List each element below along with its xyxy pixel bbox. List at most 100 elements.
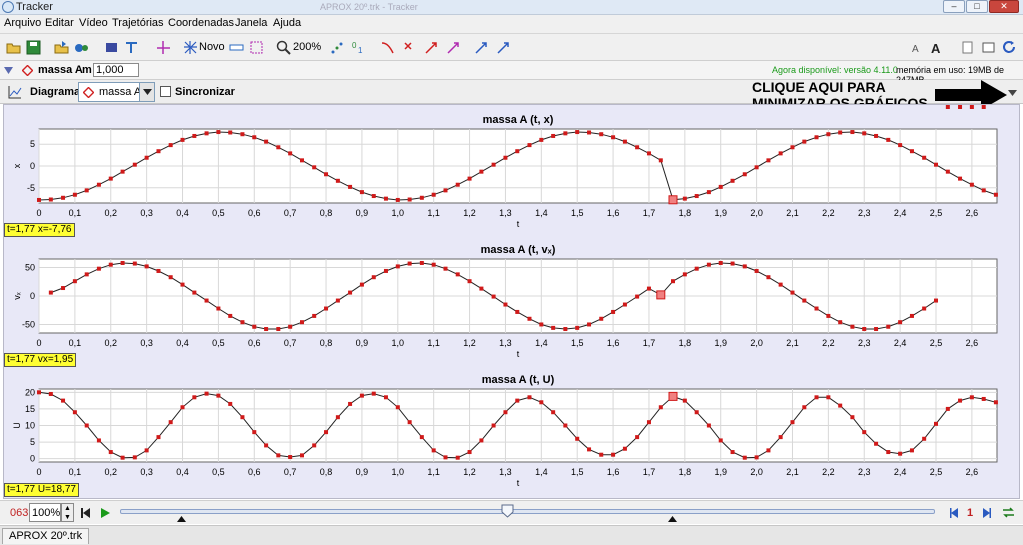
minimize-plots-icon[interactable]: [1008, 90, 1017, 96]
data-point: [216, 306, 221, 311]
menu-editar[interactable]: Editar: [45, 17, 74, 29]
trail-icon[interactable]: [330, 40, 345, 55]
loop-icon[interactable]: [1002, 506, 1015, 519]
frame-counter[interactable]: 063: [10, 507, 28, 519]
labels-icon[interactable]: 01: [352, 40, 367, 55]
end-marker-icon[interactable]: [668, 516, 677, 522]
track-selector[interactable]: massa A: [78, 82, 155, 102]
notes-icon[interactable]: [960, 40, 975, 55]
data-point: [180, 282, 185, 287]
data-point: [766, 275, 771, 280]
data-point: [335, 415, 340, 420]
track-dropdown-button[interactable]: [139, 83, 154, 101]
x-tick-label: 1,5: [571, 467, 584, 477]
plots-canvas[interactable]: massa A (t, x) 0 0,1 0,2 0,3 0,4 0,5 0,6 0,7 0,8 0…: [4, 105, 1019, 498]
video-slider-track[interactable]: [120, 509, 935, 514]
axes-icon[interactable]: [156, 40, 171, 55]
force-icon[interactable]: [474, 40, 489, 55]
zoom-level[interactable]: 200%: [293, 39, 321, 56]
x-axis-label: t: [517, 478, 520, 488]
acceleration-icon[interactable]: [446, 40, 461, 55]
data-point: [108, 176, 113, 181]
data-point: [646, 286, 651, 291]
data-point: [443, 455, 448, 460]
plot-view-icon[interactable]: [8, 85, 22, 99]
x-tick-label: 1,4: [535, 338, 548, 348]
data-point: [599, 132, 604, 137]
reset-icon[interactable]: [81, 508, 90, 518]
minimize-button[interactable]: –: [943, 0, 965, 13]
velocity-icon[interactable]: [424, 40, 439, 55]
data-point: [300, 453, 305, 458]
grid-icon[interactable]: [249, 40, 264, 55]
data-point: [395, 197, 400, 202]
track-name[interactable]: massa A: [38, 64, 83, 76]
mass-field[interactable]: 1,000: [93, 63, 139, 77]
data-point: [898, 320, 903, 325]
data-point: [814, 306, 819, 311]
data-point: [706, 423, 711, 428]
font-smaller-icon[interactable]: A: [910, 40, 925, 55]
open-folder-icon[interactable]: [6, 40, 21, 55]
menu-arquivo[interactable]: Arquivo: [4, 17, 41, 29]
x-tick-label: 2,5: [930, 338, 943, 348]
data-point: [288, 455, 293, 460]
path-icon[interactable]: [380, 40, 395, 55]
close-button[interactable]: ✕: [989, 0, 1019, 13]
rate-field[interactable]: 100%: [29, 503, 61, 522]
x-tick-label: 0,6: [248, 338, 261, 348]
data-point: [706, 190, 711, 195]
data-point: [718, 438, 723, 443]
menu-coordenadas[interactable]: Coordenadas: [168, 17, 234, 29]
dropdown-triangle-icon[interactable]: [4, 66, 13, 75]
data-point: [383, 268, 388, 273]
sync-checkbox[interactable]: [160, 86, 171, 97]
view-label: Diagrama: [30, 86, 81, 98]
tape-icon[interactable]: [229, 40, 244, 55]
data-point: [909, 448, 914, 453]
video-slider-thumb[interactable]: [501, 504, 514, 518]
properties-icon[interactable]: [981, 40, 996, 55]
step-back-icon[interactable]: [950, 508, 958, 518]
new-track-icon[interactable]: [183, 40, 198, 55]
tab-document[interactable]: APROX 20º.trk: [2, 528, 90, 544]
maximize-button[interactable]: □: [966, 0, 988, 13]
callout-line-1: CLIQUE AQUI PARA: [752, 79, 886, 95]
clip-settings-icon[interactable]: [104, 40, 119, 55]
version-notice[interactable]: Agora disponível: versão 4.11.0: [772, 65, 898, 75]
position-icon[interactable]: [402, 40, 417, 55]
import-icon[interactable]: [54, 40, 69, 55]
data-point: [539, 322, 544, 327]
refresh-icon[interactable]: [1002, 40, 1017, 55]
data-point: [730, 178, 735, 183]
data-point: [168, 143, 173, 148]
data-point: [491, 294, 496, 299]
video-icon[interactable]: [74, 40, 89, 55]
momentum-icon[interactable]: [496, 40, 511, 55]
calibration-icon[interactable]: [124, 40, 139, 55]
menu-janela[interactable]: Janela: [235, 17, 267, 29]
svg-text:A: A: [931, 41, 941, 55]
start-marker-icon[interactable]: [177, 516, 186, 522]
step-forward-icon[interactable]: [983, 508, 991, 518]
data-point: [945, 169, 950, 174]
new-track-button[interactable]: Novo: [199, 39, 225, 56]
data-point: [850, 415, 855, 420]
font-larger-icon[interactable]: A: [930, 40, 945, 55]
data-point: [156, 268, 161, 273]
play-icon[interactable]: [101, 508, 110, 518]
menu-ajuda[interactable]: Ajuda: [273, 17, 301, 29]
x-axis-label: t: [517, 219, 520, 229]
data-point: [204, 131, 209, 136]
data-point: [515, 309, 520, 314]
zoom-icon[interactable]: [276, 40, 291, 55]
data-point: [264, 443, 269, 448]
app-icon: [2, 1, 14, 13]
data-point: [240, 415, 245, 420]
rate-spinner[interactable]: ▲ ▼: [61, 503, 74, 522]
save-icon[interactable]: [26, 40, 41, 55]
data-point: [958, 176, 963, 181]
menu-trajetorias[interactable]: Trajetórias: [112, 17, 164, 29]
menu-video[interactable]: Vídeo: [79, 17, 108, 29]
step-size[interactable]: 1: [967, 507, 973, 519]
